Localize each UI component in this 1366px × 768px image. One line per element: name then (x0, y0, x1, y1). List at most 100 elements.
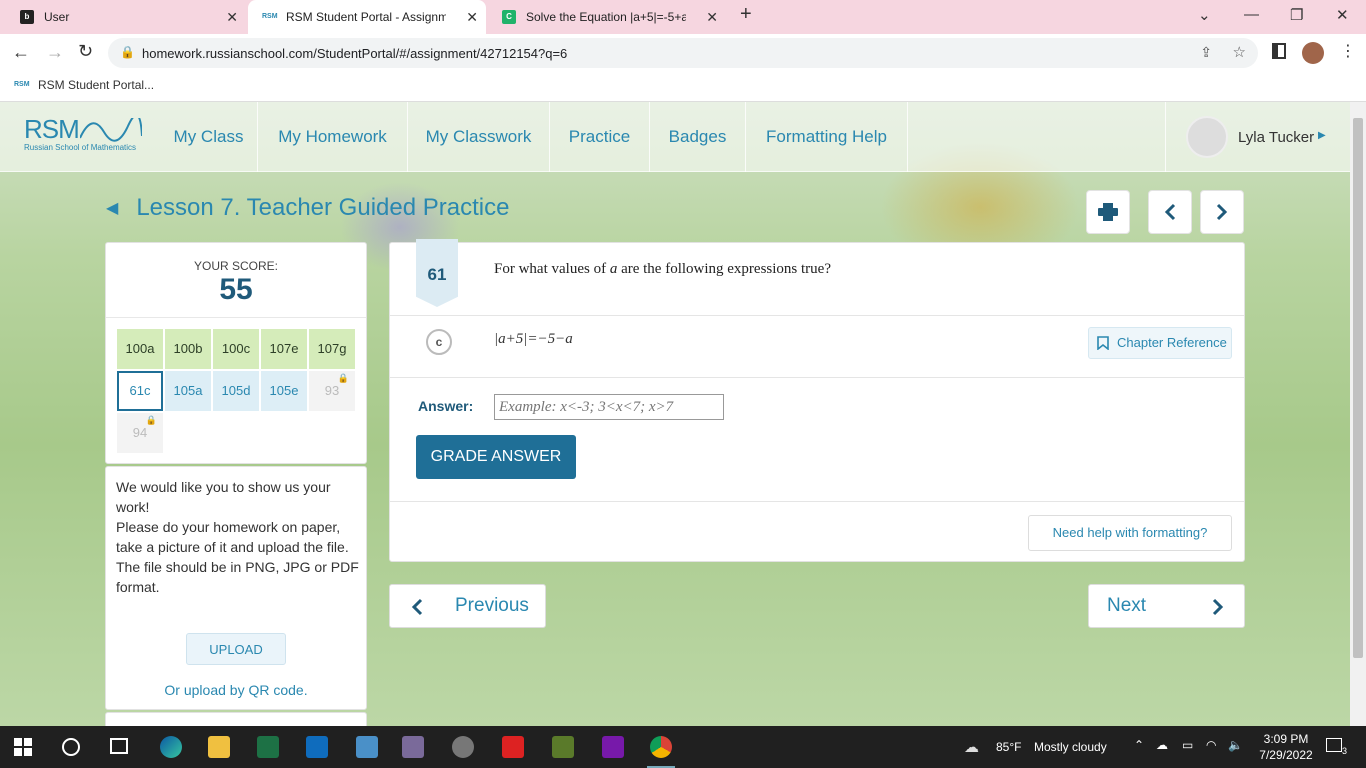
edge-icon[interactable] (160, 736, 182, 758)
editor-icon[interactable] (356, 736, 378, 758)
bookmark-rsm-portal[interactable]: RSM Student Portal... (38, 78, 154, 92)
rsm-favicon-icon: RSM (262, 10, 278, 24)
address-bar[interactable]: 🔒 homework.russianschool.com/StudentPort… (108, 38, 1258, 68)
user-menu[interactable]: Lyla Tucker ▶ (1165, 102, 1350, 172)
score-value: 55 (219, 273, 253, 306)
part-label: c (426, 329, 452, 355)
windows-taskbar: ☁ 85°F Mostly cloudy ⌃ ☁ ▭ ◠ 🔈 3:09 PM 7… (0, 726, 1366, 768)
reload-icon[interactable]: ↻ (78, 41, 93, 62)
app-icon[interactable] (402, 736, 424, 758)
back-chevron-icon[interactable]: ◀ (106, 198, 118, 218)
problem-cell[interactable]: 107g (309, 329, 355, 369)
problem-cell-selected[interactable]: 61c (117, 371, 163, 411)
previous-button[interactable]: Previous (389, 584, 546, 628)
new-tab-plus-icon[interactable]: + (740, 3, 752, 26)
excel-icon[interactable] (257, 736, 279, 758)
menu-dots-icon[interactable]: ⋮ (1340, 41, 1356, 61)
problem-cell[interactable]: 107e (261, 329, 307, 369)
next-button[interactable]: Next (1088, 584, 1245, 628)
minimize-icon[interactable]: — (1244, 6, 1259, 23)
side-panel-icon[interactable] (1272, 43, 1286, 59)
settings-app-icon[interactable] (452, 736, 474, 758)
prompt-variable: a (609, 261, 618, 277)
close-icon[interactable]: ✕ (706, 9, 718, 26)
share-icon[interactable]: ⇪ (1200, 44, 1212, 61)
problem-cell[interactable]: 100b (165, 329, 211, 369)
prev-question-button[interactable] (1148, 190, 1192, 234)
upload-panel: We would like you to show us your work! … (105, 466, 367, 710)
nav-practice[interactable]: Practice (550, 102, 650, 172)
scrollbar-thumb[interactable] (1353, 118, 1363, 658)
battery-icon[interactable]: ▭ (1182, 738, 1193, 752)
chapter-reference-button[interactable]: Chapter Reference (1088, 327, 1232, 359)
user-avatar-icon (1186, 116, 1228, 158)
close-icon[interactable]: ✕ (466, 9, 478, 26)
sync-app-icon[interactable] (502, 736, 524, 758)
profile-avatar-icon[interactable] (1302, 42, 1324, 64)
question-panel: 61 For what values of a are the followin… (389, 239, 1245, 562)
logo-wave-icon (80, 118, 142, 142)
upload-button[interactable]: UPLOAD (186, 633, 286, 665)
lock-icon: 🔒 (120, 45, 135, 59)
minecraft-icon[interactable] (552, 736, 574, 758)
search-icon[interactable] (62, 738, 80, 756)
nav-formatting-help[interactable]: Formatting Help (746, 102, 908, 172)
cell-label: 93 (324, 383, 340, 398)
nav-my-homework[interactable]: My Homework (258, 102, 408, 172)
notification-icon[interactable] (1326, 738, 1342, 752)
outlook-icon[interactable] (306, 736, 328, 758)
tab-title: Solve the Equation |a+5|=-5+a - (526, 10, 686, 24)
answer-label: Answer: (418, 398, 474, 414)
next-question-button[interactable] (1200, 190, 1244, 234)
problem-cell[interactable]: 100a (117, 329, 163, 369)
tab-rsm-portal[interactable]: RSM RSM Student Portal - Assignment ✕ (248, 0, 486, 34)
bookmark-star-icon[interactable]: ☆ (1233, 43, 1246, 61)
problem-cell[interactable]: 105d (213, 371, 259, 411)
cloud-weather-icon: ☁ (964, 739, 979, 756)
divider (106, 317, 366, 318)
forward-arrow-icon[interactable]: → (46, 42, 64, 63)
grade-answer-button[interactable]: GRADE ANSWER (416, 435, 576, 479)
previous-label: Previous (455, 595, 529, 616)
tab-user[interactable]: b User ✕ (6, 0, 246, 34)
chevron-up-icon[interactable]: ⌃ (1134, 738, 1144, 752)
clock-date[interactable]: 7/29/2022 (1256, 748, 1316, 762)
formatting-help-button[interactable]: Need help with formatting? (1028, 515, 1232, 551)
print-button[interactable] (1086, 190, 1130, 234)
clock-time[interactable]: 3:09 PM (1256, 732, 1316, 746)
logo-subtitle: Russian School of Mathematics (24, 143, 137, 152)
window-close-icon[interactable]: ✕ (1336, 6, 1349, 24)
onedrive-icon[interactable]: ☁ (1156, 738, 1168, 752)
problem-cell[interactable]: 105a (165, 371, 211, 411)
rsm-logo[interactable]: RSM Russian School of Mathematics (24, 114, 142, 152)
problem-cell[interactable]: 100c (213, 329, 259, 369)
page-content: RSM Russian School of Mathematics My Cla… (0, 102, 1350, 726)
chevron-left-icon (1164, 203, 1176, 221)
user-favicon-icon: b (20, 10, 34, 24)
back-arrow-icon[interactable]: ← (12, 42, 30, 63)
onenote-icon[interactable] (602, 736, 624, 758)
nav-my-classwork[interactable]: My Classwork (408, 102, 550, 172)
problem-cell[interactable]: 105e (261, 371, 307, 411)
next-label: Next (1107, 595, 1147, 616)
answer-input[interactable] (494, 394, 724, 420)
wifi-icon[interactable]: ◠ (1206, 738, 1216, 752)
caret-right-icon: ▶ (1318, 130, 1326, 141)
nav-my-class[interactable]: My Class (160, 102, 258, 172)
volume-icon[interactable]: 🔈 (1228, 738, 1243, 752)
file-explorer-icon[interactable] (208, 736, 230, 758)
tab-solve-equation[interactable]: C Solve the Equation |a+5|=-5+a - ✕ (488, 0, 726, 34)
qr-upload-link[interactable]: Or upload by QR code. (106, 682, 366, 698)
chrome-icon[interactable] (650, 736, 672, 758)
page-scrollbar[interactable] (1350, 102, 1366, 726)
windows-start-icon[interactable] (14, 738, 32, 756)
weather-desc[interactable]: Mostly cloudy (1034, 740, 1107, 754)
tab-title: RSM Student Portal - Assignment (286, 10, 446, 24)
nav-badges[interactable]: Badges (650, 102, 746, 172)
weather-temp[interactable]: 85°F (996, 740, 1021, 754)
close-icon[interactable]: ✕ (226, 9, 238, 26)
task-view-icon[interactable] (110, 738, 128, 754)
tab-search-chevron-down-icon[interactable]: ⌄ (1198, 6, 1211, 24)
restore-icon[interactable]: ❐ (1290, 6, 1303, 24)
bookmarks-bar: RSM RSM Student Portal... (0, 72, 1366, 102)
